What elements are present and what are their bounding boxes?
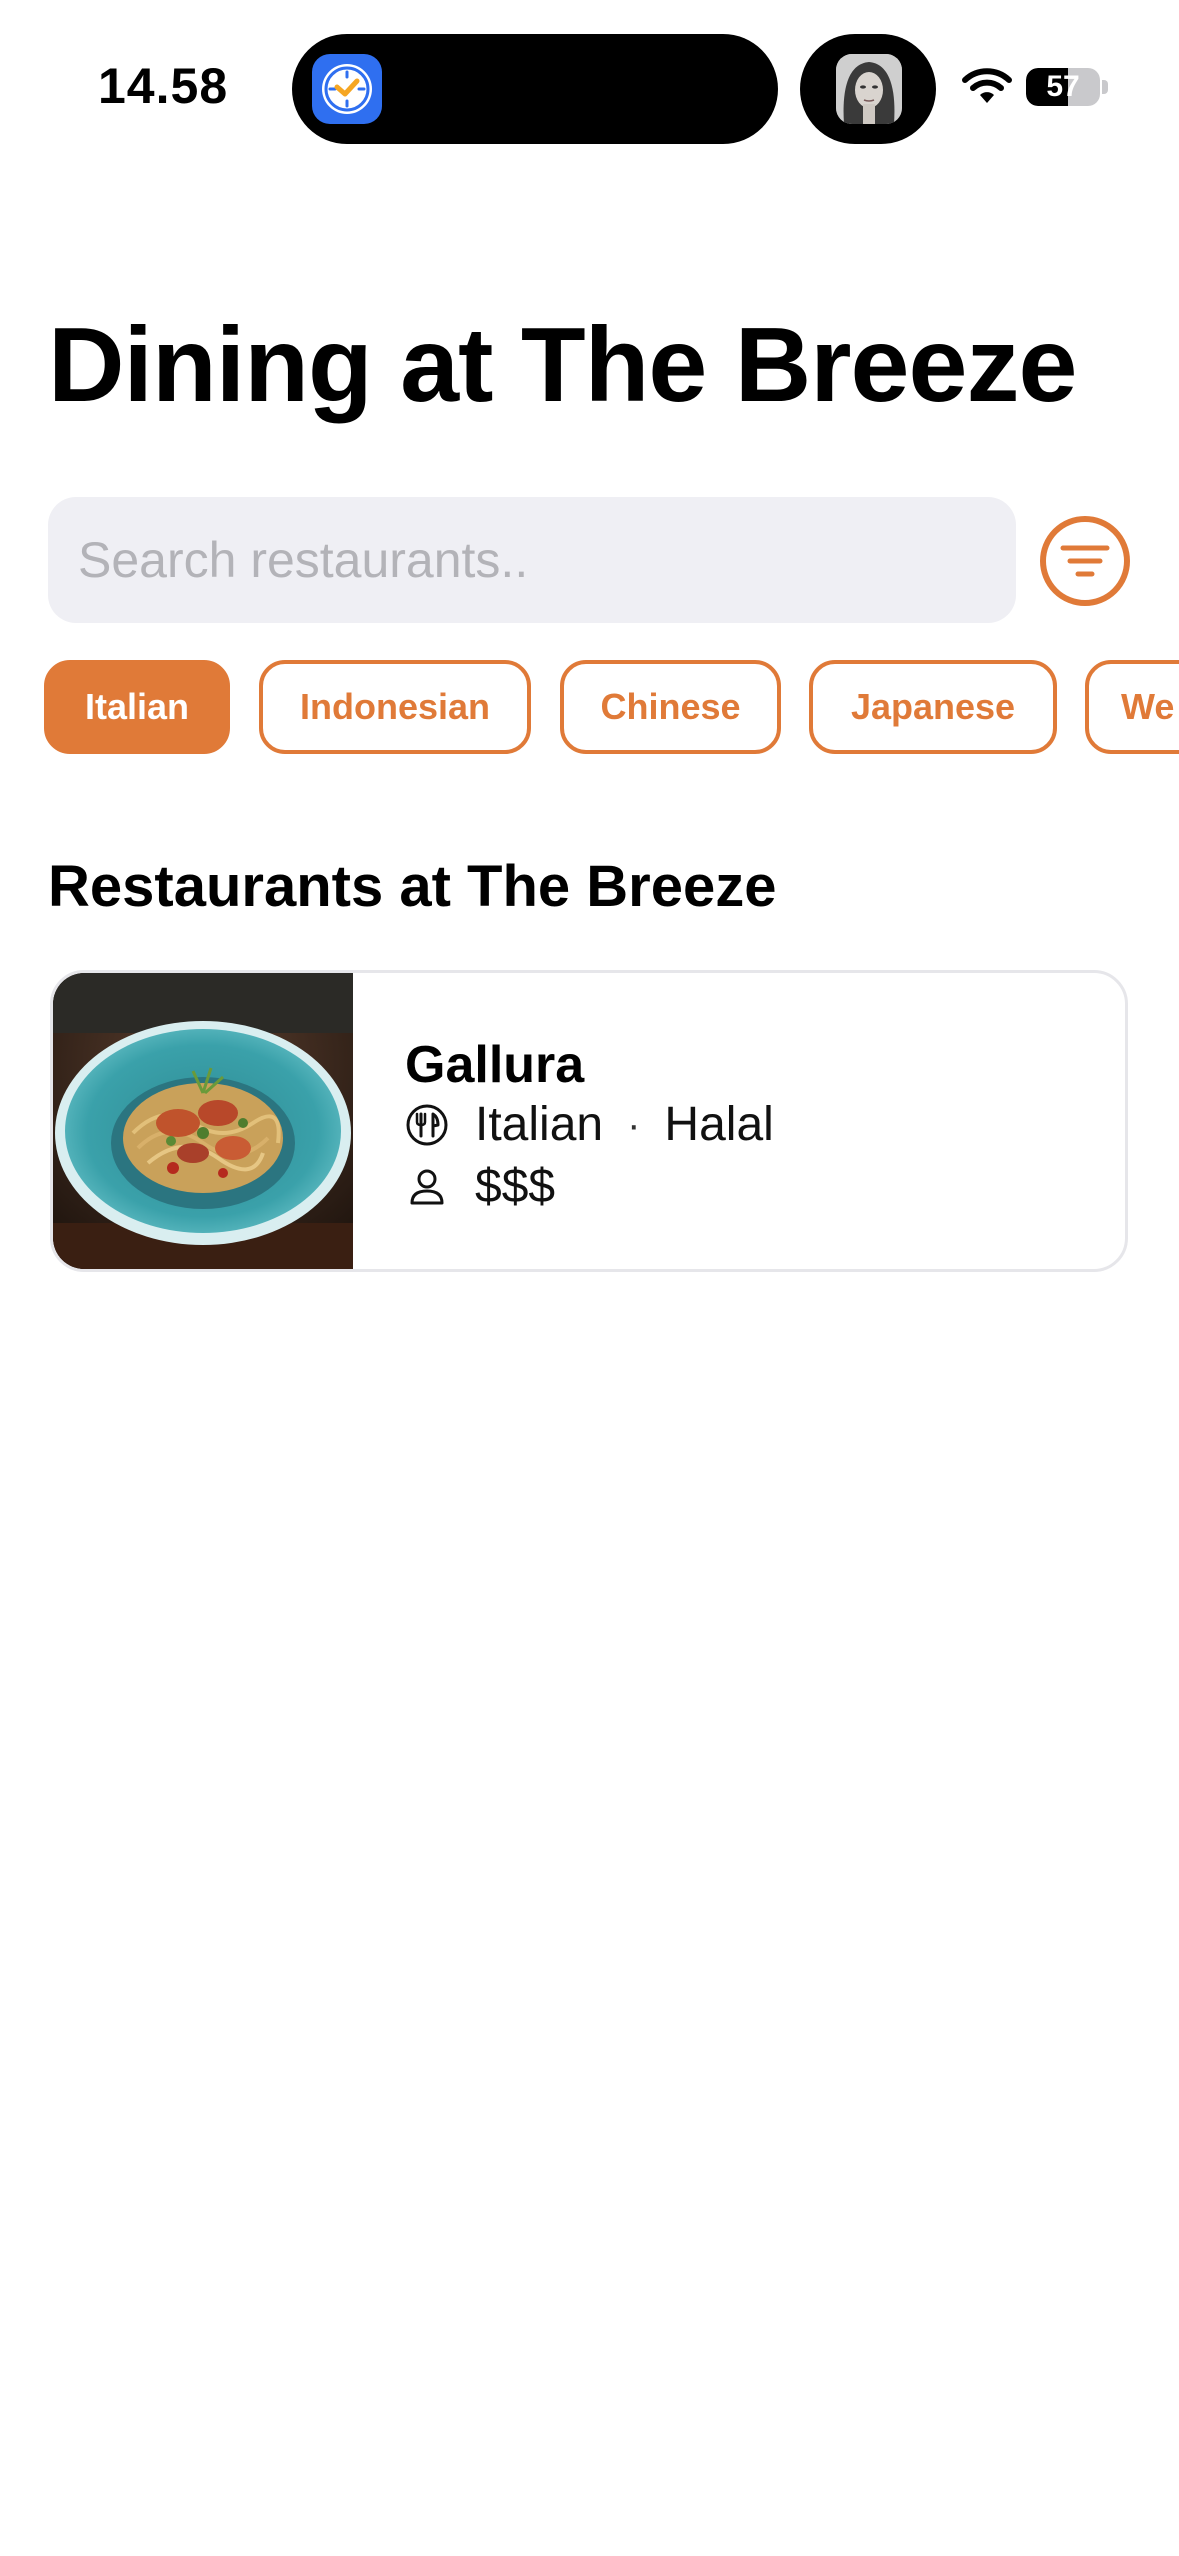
fork-knife-icon: [405, 1103, 449, 1147]
filter-icon: [1060, 545, 1110, 577]
chip-label: Japanese: [850, 686, 1016, 727]
restaurant-cuisine: Italian: [475, 1098, 604, 1151]
chip-italian[interactable]: Italian: [44, 660, 230, 754]
chip-label: We: [1121, 686, 1175, 727]
avatar: [836, 54, 902, 124]
chip-label: Indonesian: [299, 686, 491, 727]
wifi-icon: [962, 66, 1012, 106]
restaurant-price: $$$: [475, 1160, 556, 1213]
chip-western[interactable]: We: [1085, 660, 1179, 754]
clock-app-icon[interactable]: [312, 54, 382, 124]
chip-indonesian[interactable]: Indonesian: [259, 660, 531, 754]
dynamic-island[interactable]: [292, 34, 778, 144]
restaurant-price-row: $$$: [405, 1159, 555, 1215]
restaurant-name: Gallura: [405, 1036, 585, 1094]
status-time: 14.58: [98, 58, 229, 114]
chip-label: Italian: [84, 686, 190, 727]
restaurant-image: [53, 973, 353, 1269]
chip-label: Chinese: [600, 686, 741, 727]
section-title: Restaurants at The Breeze: [48, 854, 777, 919]
restaurant-card[interactable]: Gallura Italian · Halal $$$: [50, 970, 1128, 1272]
restaurant-cuisine-row: Italian · Halal: [405, 1097, 774, 1153]
filter-button[interactable]: [1040, 516, 1130, 606]
battery-percentage: 57: [1046, 70, 1080, 103]
battery-indicator: 57: [1026, 68, 1100, 106]
live-activity-pill[interactable]: [800, 34, 936, 144]
screen: 14.58 57 Dining at The Breeze Search res…: [0, 0, 1179, 2556]
battery-nub: [1102, 80, 1108, 94]
search-input[interactable]: [48, 497, 1016, 623]
separator-dot: ·: [627, 1102, 641, 1147]
page-title: Dining at The Breeze: [48, 306, 1077, 424]
restaurant-tag: Halal: [664, 1098, 774, 1151]
chip-chinese[interactable]: Chinese: [560, 660, 781, 754]
chip-japanese[interactable]: Japanese: [809, 660, 1057, 754]
person-icon: [405, 1165, 449, 1209]
category-chips: Italian Indonesian Chinese Japanese We: [44, 660, 1179, 756]
